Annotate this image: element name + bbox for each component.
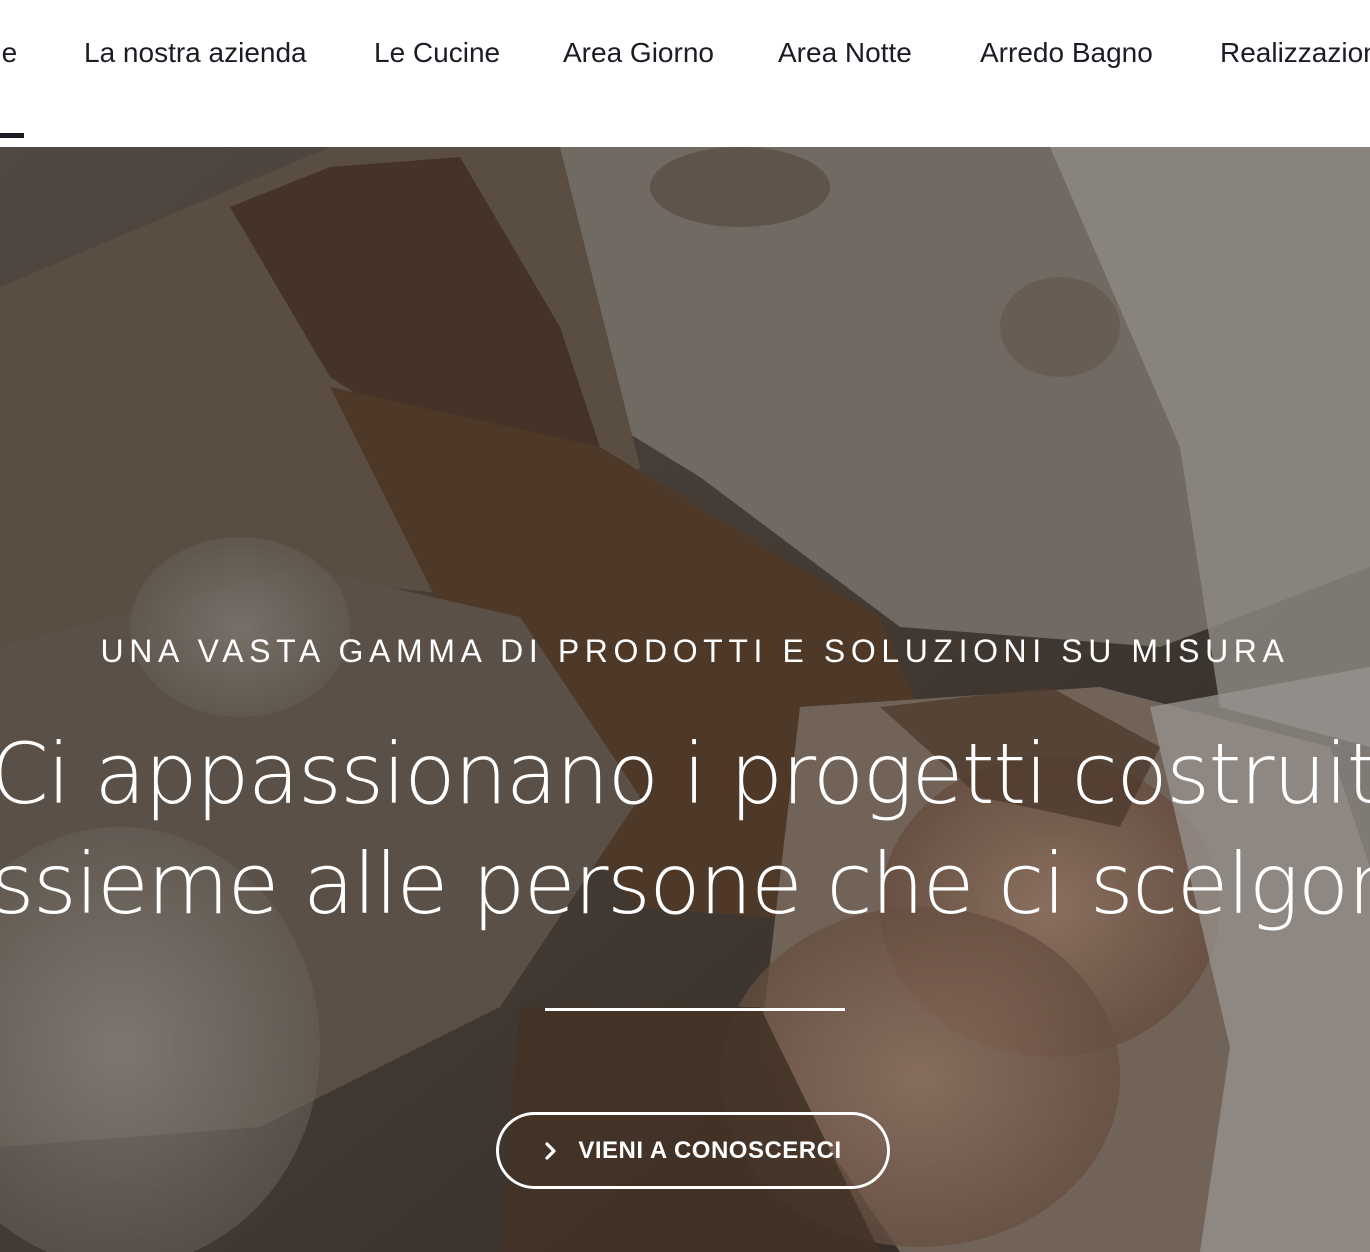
hero-dark-overlay [0,147,1370,1252]
hero-headline-line-2: assieme alle persone che ci scelgono [0,835,1370,933]
vieni-a-conoscerci-button[interactable]: VIENI A CONOSCERCI [496,1112,890,1189]
cta-label: VIENI A CONOSCERCI [578,1136,842,1164]
nav-item-home[interactable]: ne [0,34,17,72]
nav-item-realizzazioni[interactable]: Realizzazioni [1220,34,1370,72]
chevron-right-icon [545,1141,556,1160]
hero-headline-line-1: Ci appassionano i progetti costruiti [0,725,1370,823]
nav-item-le-cucine[interactable]: Le Cucine [374,34,500,72]
active-nav-indicator [0,133,24,138]
nav-item-area-giorno[interactable]: Area Giorno [563,34,714,72]
hero-section: UNA VASTA GAMMA DI PRODOTTI E SOLUZIONI … [0,147,1370,1252]
hero-divider [545,1008,845,1011]
nav-item-area-notte[interactable]: Area Notte [778,34,912,72]
main-navigation: ne La nostra azienda Le Cucine Area Gior… [0,0,1370,147]
nav-item-arredo-bagno[interactable]: Arredo Bagno [980,34,1153,72]
nav-item-la-nostra-azienda[interactable]: La nostra azienda [84,34,307,72]
hero-eyebrow: UNA VASTA GAMMA DI PRODOTTI E SOLUZIONI … [100,633,1290,669]
